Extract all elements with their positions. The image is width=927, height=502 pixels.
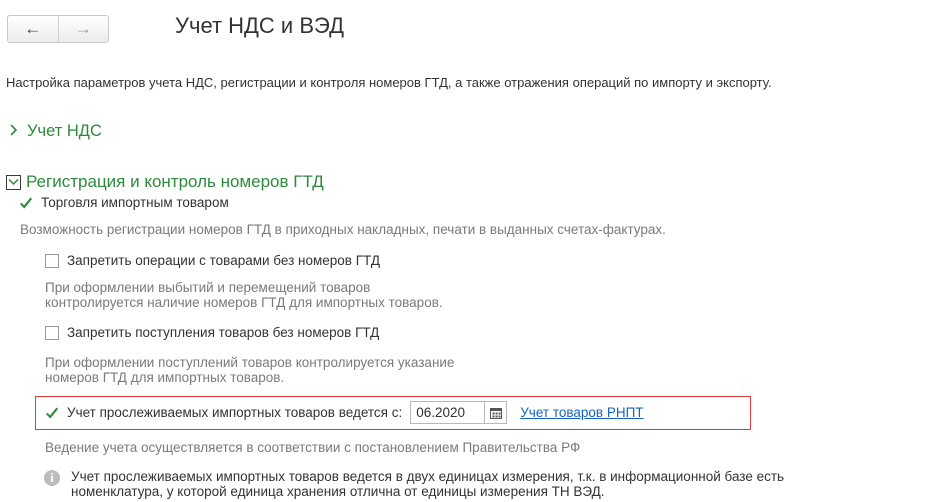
traceable-hint: Ведение учета осуществляется в соответст…: [45, 440, 581, 455]
chevron-right-icon: [9, 123, 18, 141]
forbid-receipts-checkbox[interactable]: [45, 325, 59, 340]
info-note-line1: Учет прослеживаемых импортных товаров ве…: [71, 469, 785, 484]
info-note: Учет прослеживаемых импортных товаров ве…: [71, 469, 784, 499]
arrow-left-icon: ←: [24, 19, 42, 38]
traceable-option: Учет прослеживаемых импортных товаров ве…: [45, 401, 644, 424]
page-description: Настройка параметров учета НДС, регистра…: [6, 75, 772, 90]
import-trade-option: Торговля импортным товаром: [19, 195, 229, 210]
rnpt-goods-link[interactable]: Учет товаров РНПТ: [520, 405, 643, 420]
chevron-down-icon: [6, 174, 21, 190]
calendar-icon: [489, 407, 502, 419]
info-icon: i: [44, 470, 60, 486]
traceable-date-input[interactable]: 06.2020: [410, 401, 486, 424]
forbid-ops-hint: При оформлении выбытий и перемещений тов…: [45, 280, 443, 310]
section-vat-header[interactable]: Учет НДС: [9, 122, 102, 141]
section-vat-label: Учет НДС: [27, 122, 102, 140]
navigation-buttons: ← →: [7, 15, 109, 43]
checkmark-icon: [46, 407, 59, 419]
forbid-receipts-hint-line2: номеров ГТД для импортных товаров.: [45, 370, 285, 385]
forward-button[interactable]: →: [57, 16, 109, 42]
forbid-receipts-label: Запретить поступления товаров без номеро…: [67, 325, 380, 340]
forbid-receipts-hint-line1: При оформлении поступлений товаров контр…: [45, 355, 455, 370]
forbid-receipts-option: Запретить поступления товаров без номеро…: [45, 325, 379, 340]
forbid-ops-hint-line1: При оформлении выбытий и перемещений тов…: [45, 280, 371, 295]
forbid-ops-hint-line2: контролируется наличие номеров ГТД для и…: [45, 295, 443, 310]
import-trade-checkbox[interactable]: [19, 195, 33, 210]
forbid-ops-checkbox[interactable]: [45, 253, 59, 268]
forbid-ops-option: Запретить операции с товарами без номеро…: [45, 253, 380, 268]
checkmark-icon: [20, 197, 33, 209]
back-button[interactable]: ←: [8, 16, 58, 42]
import-trade-label: Торговля импортным товаром: [41, 195, 229, 210]
page-title: Учет НДС и ВЭД: [175, 13, 344, 38]
arrow-right-icon: →: [74, 19, 92, 38]
calendar-button[interactable]: [485, 401, 508, 424]
import-trade-hint: Возможность регистрации номеров ГТД в пр…: [20, 222, 666, 237]
forbid-receipts-hint: При оформлении поступлений товаров контр…: [45, 355, 454, 385]
section-gtd-label: Регистрация и контроль номеров ГТД: [26, 172, 324, 191]
section-gtd-header[interactable]: Регистрация и контроль номеров ГТД: [6, 172, 324, 192]
info-note-line2: номенклатура, у которой единица хранения…: [71, 484, 605, 499]
traceable-checkbox[interactable]: [45, 405, 59, 420]
traceable-label: Учет прослеживаемых импортных товаров ве…: [67, 405, 403, 420]
forbid-ops-label: Запретить операции с товарами без номеро…: [67, 253, 380, 268]
